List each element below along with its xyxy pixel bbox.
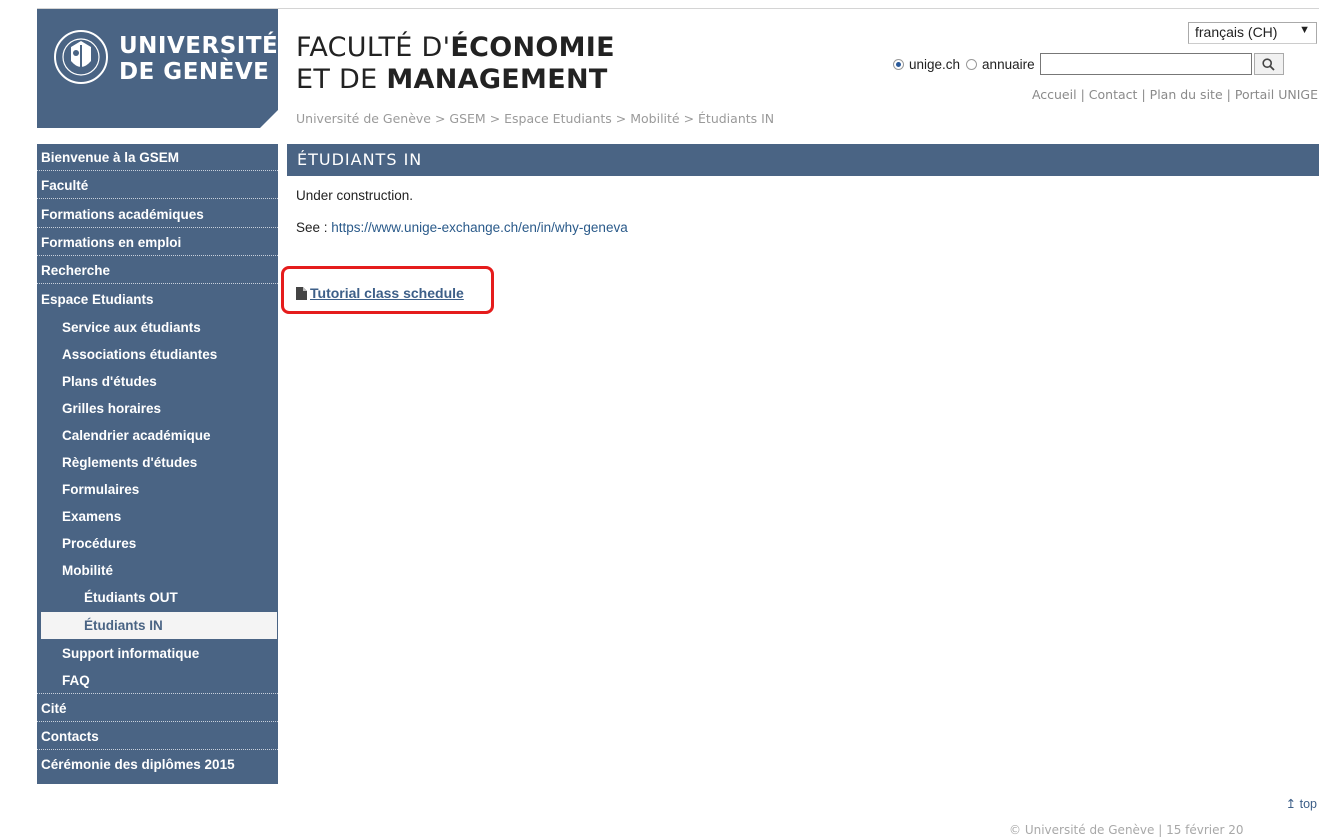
breadcrumb[interactable]: Université de Genève > GSEM > Espace Etu… <box>296 111 774 126</box>
faculty-title-part: ET DE <box>296 64 387 95</box>
sidebar-item-etudiants-out[interactable]: Étudiants OUT <box>37 584 278 611</box>
radio-unige[interactable] <box>893 58 904 70</box>
sidebar-item-grilles-horaires[interactable]: Grilles horaires <box>37 395 278 422</box>
tutorial-schedule-link[interactable]: Tutorial class schedule <box>296 285 464 301</box>
page-title: ÉTUDIANTS IN <box>287 144 1319 176</box>
university-logo[interactable]: UNIVERSITÉ DE GENÈVE <box>37 9 278 128</box>
search-button[interactable] <box>1253 53 1284 75</box>
sidebar-item-faq[interactable]: FAQ <box>37 667 278 694</box>
university-name-line2: DE GENÈVE <box>119 59 270 85</box>
language-select-value: français (CH) <box>1195 24 1278 40</box>
sidebar-item-recherche[interactable]: Recherche <box>37 257 278 284</box>
radio-annuaire-label: annuaire <box>982 56 1035 72</box>
sidebar-item-faculte[interactable]: Faculté <box>37 172 278 199</box>
faculty-title-part: FACULTÉ D' <box>296 32 451 63</box>
arrow-up-icon: ↥ <box>1285 797 1297 811</box>
university-name-line1: UNIVERSITÉ <box>119 33 279 59</box>
sidebar-item-bienvenue[interactable]: Bienvenue à la GSEM <box>37 144 278 171</box>
sidebar-item-etudiants-in[interactable]: Étudiants IN <box>41 612 277 639</box>
language-select[interactable]: français (CH) ▼ <box>1188 22 1317 44</box>
separator: | <box>1080 87 1085 102</box>
sidebar-item-formations-emploi[interactable]: Formations en emploi <box>37 229 278 256</box>
sidebar-item-formulaires[interactable]: Formulaires <box>37 476 278 503</box>
sidebar-item-support-informatique[interactable]: Support informatique <box>37 640 278 667</box>
see-paragraph: See : https://www.unige-exchange.ch/en/i… <box>296 220 628 235</box>
sidebar-item-plans-etudes[interactable]: Plans d'études <box>37 368 278 395</box>
sidebar-item-cite[interactable]: Cité <box>37 695 278 722</box>
sidebar-item-associations[interactable]: Associations étudiantes <box>37 341 278 368</box>
tutorial-schedule-label: Tutorial class schedule <box>310 285 464 301</box>
search-icon <box>1262 57 1275 71</box>
top-links: Accueil | Contact | Plan du site | Portail UNI… <box>1032 87 1318 102</box>
sidebar-item-service-etudiants[interactable]: Service aux étudiants <box>37 314 278 341</box>
back-to-top-link[interactable]: ↥ top <box>1286 796 1317 811</box>
radio-unige-label: unige.ch <box>909 56 961 72</box>
footer-copyright: © Université de Genève | 15 février 20 <box>1009 823 1244 837</box>
sidebar-item-mobilite[interactable]: Mobilité <box>37 557 278 584</box>
faculty-title-bold: MANAGEMENT <box>386 64 608 95</box>
link-accueil[interactable]: Accueil <box>1032 87 1077 102</box>
sidebar-item-procedures[interactable]: Procédures <box>37 530 278 557</box>
sidebar-item-examens[interactable]: Examens <box>37 503 278 530</box>
sidebar-item-ceremonie[interactable]: Cérémonie des diplômes 2015 <box>37 751 278 778</box>
sidebar-item-reglements[interactable]: Règlements d'études <box>37 449 278 476</box>
sidebar-item-espace-etudiants[interactable]: Espace Etudiants <box>37 286 278 313</box>
see-prefix: See : <box>296 220 332 235</box>
separator: | <box>1226 87 1231 102</box>
search-bar: unige.ch annuaire <box>893 52 1284 76</box>
logo-notch <box>260 110 278 128</box>
exchange-link[interactable]: https://www.unige-exchange.ch/en/in/why-… <box>331 220 627 235</box>
link-contact[interactable]: Contact <box>1089 87 1138 102</box>
sidebar-item-formations-academiques[interactable]: Formations académiques <box>37 201 278 228</box>
faculty-title[interactable]: FACULTÉ D'ÉCONOMIE ET DE MANAGEMENT <box>296 32 615 96</box>
sidebar-nav: Bienvenue à la GSEM Faculté Formations a… <box>37 144 278 784</box>
search-input[interactable] <box>1039 53 1252 75</box>
radio-annuaire[interactable] <box>966 58 978 70</box>
under-construction-text: Under construction. <box>296 188 414 203</box>
university-seal-icon <box>54 30 108 84</box>
back-to-top-label: top <box>1299 797 1317 811</box>
link-plan-du-site[interactable]: Plan du site <box>1150 87 1223 102</box>
document-icon <box>296 286 307 300</box>
link-portail-unige[interactable]: Portail UNIGE <box>1235 87 1318 102</box>
chevron-down-icon: ▼ <box>1299 24 1310 36</box>
separator: | <box>1141 87 1146 102</box>
faculty-title-bold: ÉCONOMIE <box>450 32 615 63</box>
sidebar-item-calendrier[interactable]: Calendrier académique <box>37 422 278 449</box>
sidebar-item-contacts[interactable]: Contacts <box>37 723 278 750</box>
